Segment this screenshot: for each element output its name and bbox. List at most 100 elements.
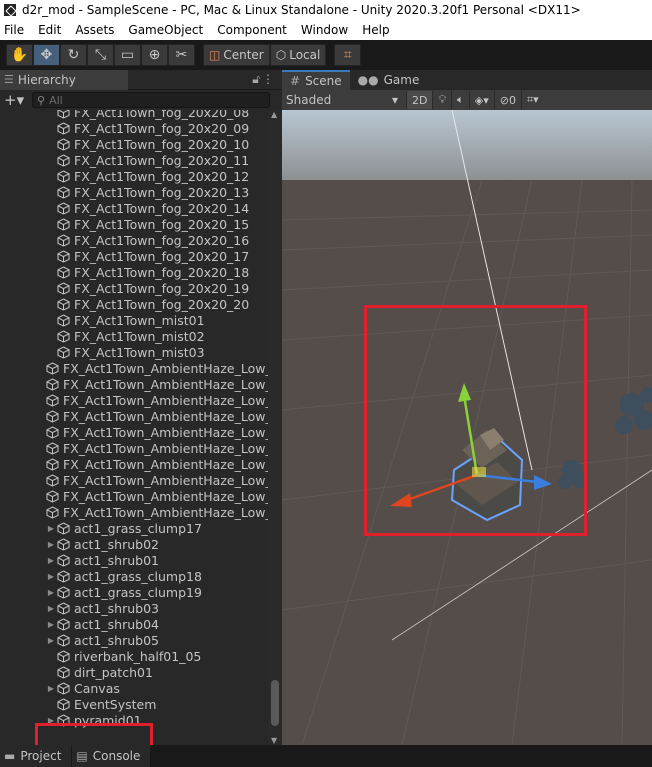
hand-tool-button[interactable]: ✋ [6, 44, 33, 66]
menu-item-window[interactable]: Window [301, 23, 348, 37]
move-tool-button[interactable]: ✥ [33, 44, 60, 66]
hierarchy-item[interactable]: FX_Act1Town_AmbientHaze_Low_ [0, 408, 268, 424]
scroll-down-icon[interactable]: ▼ [271, 736, 277, 745]
hierarchy-item[interactable]: FX_Act1Town_AmbientHaze_Low_ [0, 376, 268, 392]
hierarchy-item[interactable]: dirt_patch01 [0, 664, 268, 680]
hierarchy-item[interactable]: FX_Act1Town_fog_20x20_14 [0, 200, 268, 216]
hierarchy-search-input[interactable]: ⚲ All [32, 92, 270, 108]
hierarchy-item[interactable]: ▶ act1_shrub03 [0, 600, 268, 616]
transform-tool-button[interactable]: ⊕ [141, 44, 168, 66]
hierarchy-item[interactable]: ▶ act1_shrub04 [0, 616, 268, 632]
hierarchy-item[interactable]: FX_Act1Town_AmbientHaze_Low_ [0, 424, 268, 440]
more-options-icon[interactable]: ⋮ [262, 72, 274, 86]
tab-game[interactable]: ●● Game [350, 70, 428, 90]
scrollbar-thumb[interactable] [271, 680, 279, 726]
gameobject-cube-icon [56, 281, 70, 295]
hierarchy-item[interactable]: FX_Act1Town_AmbientHaze_Low_ [0, 440, 268, 456]
hierarchy-item[interactable]: FX_Act1Town_mist02 [0, 328, 268, 344]
gameobject-cube-icon [56, 233, 70, 247]
hierarchy-list: FX_Act1Town_fog_20x20_08 FX_Act1Town_fog_… [0, 110, 268, 745]
hierarchy-item[interactable]: FX_Act1Town_AmbientHaze_Low_ [0, 360, 268, 376]
hierarchy-item[interactable]: ▶ act1_grass_clump17 [0, 520, 268, 536]
expand-arrow-icon[interactable]: ▶ [46, 684, 56, 693]
shading-mode-dropdown[interactable]: Shaded ▾ [282, 93, 402, 107]
hierarchy-item[interactable]: FX_Act1Town_mist01 [0, 312, 268, 328]
scene-viewport[interactable] [282, 110, 652, 745]
hierarchy-item[interactable]: FX_Act1Town_fog_20x20_16 [0, 232, 268, 248]
hierarchy-item[interactable]: FX_Act1Town_AmbientHaze_Low_ [0, 504, 268, 520]
tab-project[interactable]: ▬ Project [0, 745, 72, 767]
menu-item-gameobject[interactable]: GameObject [128, 23, 203, 37]
tab-scene[interactable]: # Scene [282, 70, 350, 90]
audio-toggle-icon[interactable]: 🔈︎ [451, 91, 469, 109]
expand-arrow-icon[interactable]: ▶ [46, 524, 56, 533]
hierarchy-item[interactable]: ▶ act1_grass_clump19 [0, 584, 268, 600]
hierarchy-item[interactable]: FX_Act1Town_fog_20x20_15 [0, 216, 268, 232]
hidden-objects-toggle[interactable]: ⊘ 0 [493, 91, 521, 109]
hierarchy-item[interactable]: FX_Act1Town_fog_20x20_08 [0, 110, 268, 120]
gameobject-cube-icon [56, 345, 70, 359]
tab-hierarchy[interactable]: ☰ Hierarchy [0, 69, 128, 90]
hierarchy-item[interactable]: ▶ act1_shrub01 [0, 552, 268, 568]
lighting-toggle-icon[interactable]: 💡︎ [432, 91, 451, 109]
hierarchy-item[interactable]: FX_Act1Town_fog_20x20_12 [0, 168, 268, 184]
expand-arrow-icon[interactable]: ▶ [46, 620, 56, 629]
menu-item-assets[interactable]: Assets [75, 23, 114, 37]
hierarchy-item[interactable]: EventSystem [0, 696, 268, 712]
menu-item-component[interactable]: Component [217, 23, 287, 37]
add-object-button[interactable]: +▾ [4, 91, 32, 109]
hierarchy-item[interactable]: FX_Act1Town_fog_20x20_19 [0, 280, 268, 296]
menu-item-edit[interactable]: Edit [38, 23, 61, 37]
expand-arrow-icon[interactable]: ▶ [46, 572, 56, 581]
hierarchy-item[interactable]: ▶ act1_grass_clump18 [0, 568, 268, 584]
pivot-mode-button[interactable]: ◫ Center [203, 44, 270, 66]
hierarchy-item[interactable]: ▶ Canvas [0, 680, 268, 696]
hierarchy-item[interactable]: FX_Act1Town_AmbientHaze_Low_ [0, 472, 268, 488]
hierarchy-item[interactable]: FX_Act1Town_AmbientHaze_Low_ [0, 456, 268, 472]
gameobject-cube-icon [56, 681, 70, 695]
scene-panel: # Scene ●● Game Shaded ▾ 2D 💡︎ 🔈︎ ◈▾ ⊘ 0 ⌗▾ [282, 70, 652, 745]
hierarchy-item-label: FX_Act1Town_AmbientHaze_Low_ [63, 360, 268, 376]
scroll-up-icon[interactable]: ▲ [271, 110, 277, 119]
expand-arrow-icon[interactable]: ▶ [46, 540, 56, 549]
custom-tool-button[interactable]: ✂ [168, 44, 195, 66]
gameobject-cube-icon [46, 425, 59, 439]
hierarchy-scrollbar[interactable]: ▲ ▼ [268, 110, 282, 745]
effects-toggle-icon[interactable]: ◈▾ [468, 91, 494, 109]
expand-arrow-icon[interactable]: ▶ [46, 588, 56, 597]
tab-console[interactable]: ▤ Console [72, 745, 151, 767]
toggle-2d-button[interactable]: 2D [406, 91, 433, 109]
expand-arrow-icon[interactable]: ▶ [46, 556, 56, 565]
space-mode-button[interactable]: ⬡ Local [269, 44, 327, 66]
rotate-tool-button[interactable]: ↻ [60, 44, 87, 66]
hierarchy-item[interactable]: FX_Act1Town_fog_20x20_18 [0, 264, 268, 280]
hierarchy-item-label: FX_Act1Town_AmbientHaze_Low_ [63, 504, 268, 520]
grid-snap-button[interactable]: ⌗ [334, 44, 362, 66]
hierarchy-item[interactable]: FX_Act1Town_fog_20x20_11 [0, 152, 268, 168]
gameobject-cube-icon [46, 473, 59, 487]
menu-item-file[interactable]: File [4, 23, 24, 37]
hierarchy-item[interactable]: FX_Act1Town_fog_20x20_17 [0, 248, 268, 264]
hierarchy-item[interactable]: ▶ act1_shrub05 [0, 632, 268, 648]
hierarchy-item[interactable]: FX_Act1Town_AmbientHaze_Low_ [0, 488, 268, 504]
hierarchy-icon: ☰ [4, 73, 14, 86]
hierarchy-item[interactable]: FX_Act1Town_fog_20x20_10 [0, 136, 268, 152]
hierarchy-item[interactable]: FX_Act1Town_AmbientHaze_Low_ [0, 392, 268, 408]
scale-tool-button[interactable]: ⤡ [87, 44, 114, 66]
lock-icon[interactable]: 🔓︎ [252, 72, 260, 87]
hierarchy-item[interactable]: FX_Act1Town_mist03 [0, 344, 268, 360]
hierarchy-item[interactable]: FX_Act1Town_fog_20x20_20 [0, 296, 268, 312]
rect-tool-button[interactable]: ▭ [114, 44, 141, 66]
hierarchy-item[interactable]: FX_Act1Town_fog_20x20_09 [0, 120, 268, 136]
grid-toggle-icon[interactable]: ⌗▾ [520, 91, 544, 109]
console-icon: ▤ [76, 749, 88, 763]
hierarchy-item-label: FX_Act1Town_mist01 [74, 312, 205, 328]
expand-arrow-icon[interactable]: ▶ [46, 604, 56, 613]
hierarchy-item[interactable]: ▶ act1_shrub02 [0, 536, 268, 552]
gameobject-cube-icon [56, 121, 70, 135]
expand-arrow-icon[interactable]: ▶ [46, 636, 56, 645]
hierarchy-item-label: act1_grass_clump18 [74, 568, 202, 584]
hierarchy-item[interactable]: riverbank_half01_05 [0, 648, 268, 664]
menu-item-help[interactable]: Help [362, 23, 389, 37]
hierarchy-item[interactable]: FX_Act1Town_fog_20x20_13 [0, 184, 268, 200]
